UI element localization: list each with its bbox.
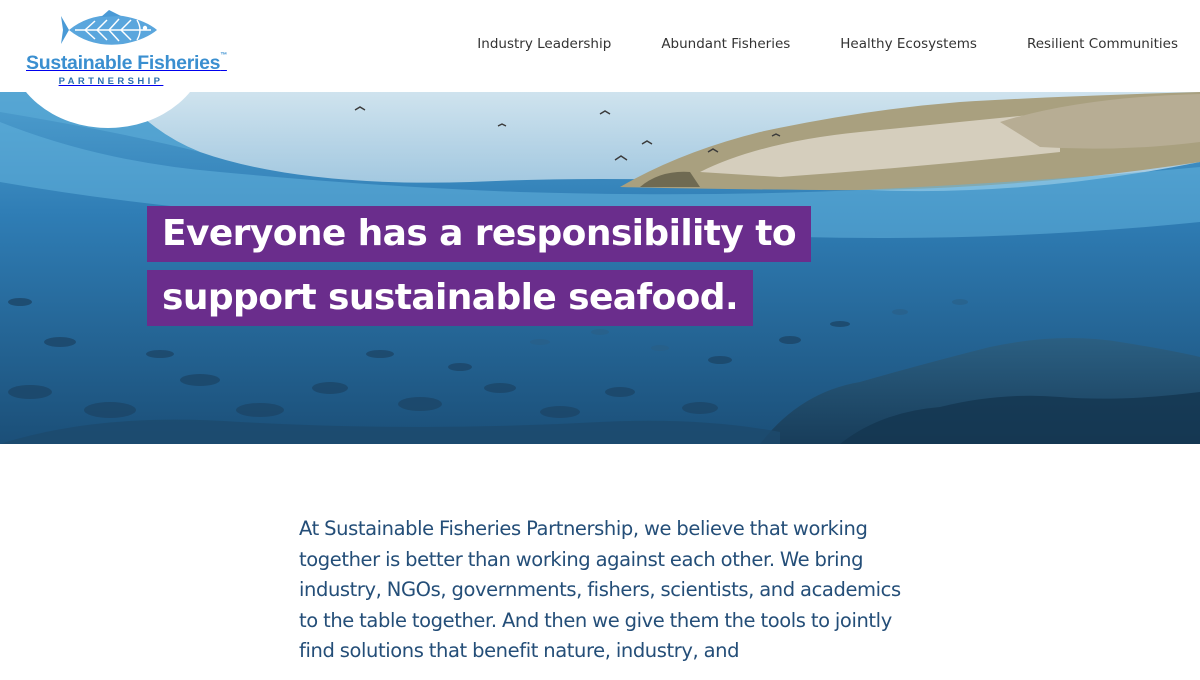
- fish-logo-icon: [61, 10, 157, 45]
- nav-healthy-ecosystems[interactable]: Healthy Ecosystems: [840, 36, 977, 52]
- hero-headline: Everyone has a responsibility to support…: [147, 206, 811, 326]
- nav-abundant-fisheries[interactable]: Abundant Fisheries: [661, 36, 790, 52]
- site-header: Sustainable Fisheries™ PARTNERSHIP Indus…: [0, 0, 1200, 128]
- hero-headline-line-2: support sustainable seafood.: [147, 270, 754, 326]
- nav-resilient-communities[interactable]: Resilient Communities: [1027, 36, 1178, 52]
- intro-paragraph: At Sustainable Fisheries Partnership, we…: [299, 517, 901, 662]
- logo-subtitle: PARTNERSHIP: [58, 76, 164, 87]
- main-nav: Industry Leadership Abundant Fisheries H…: [477, 36, 1178, 52]
- hero-banner: Everyone has a responsibility to support…: [0, 92, 1200, 444]
- site-logo[interactable]: Sustainable Fisheries™ PARTNERSHIP: [26, 10, 227, 94]
- logo-wordmark: Sustainable Fisheries™: [26, 52, 227, 74]
- hero-headline-line-1: Everyone has a responsibility to: [147, 206, 811, 262]
- nav-industry-leadership[interactable]: Industry Leadership: [477, 36, 611, 52]
